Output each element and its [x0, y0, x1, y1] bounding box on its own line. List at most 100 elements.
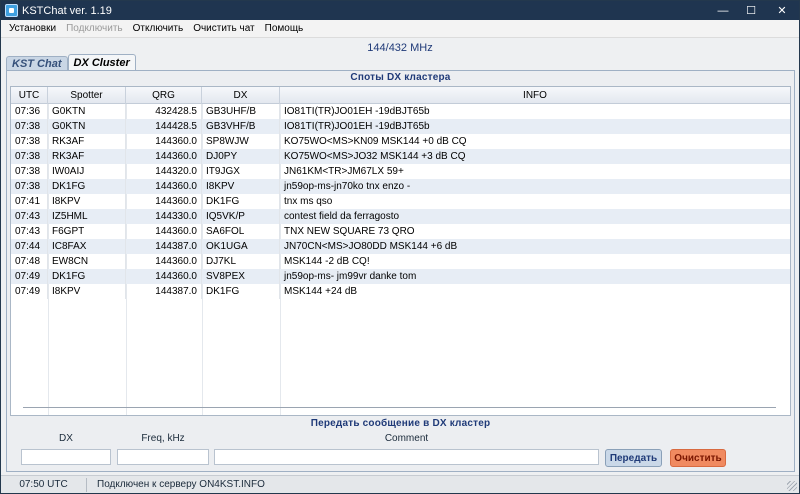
tab-kst-chat[interactable]: KST Chat	[6, 56, 68, 71]
cell-dx: I8KPV	[202, 179, 280, 194]
cell-qrg: 144387.0	[126, 239, 202, 254]
cell-spotter: G0KTN	[48, 119, 126, 134]
table-row[interactable]: 07:44 IC8FAX 144387.0 OK1UGA JN70CN<MS>JO80D…	[11, 239, 790, 254]
cell-qrg: 144360.0	[126, 269, 202, 284]
freq-input[interactable]	[117, 449, 209, 465]
send-button[interactable]: Передать	[605, 449, 662, 467]
table-row[interactable]: 07:49 DK1FG 144360.0 SV8PEX jn59op-ms- jm99v…	[11, 269, 790, 284]
cell-dx: DJ0PY	[202, 149, 280, 164]
cell-utc: 07:38	[11, 179, 48, 194]
app-icon	[5, 4, 18, 17]
cell-utc: 07:44	[11, 239, 48, 254]
table-row[interactable]: 07:38 RK3AF 144360.0 SP8WJW KO75WO<MS>KN09 M…	[11, 134, 790, 149]
window-controls: — ☐ ✕	[709, 1, 799, 20]
cell-utc: 07:48	[11, 254, 48, 269]
connection-status: Подключен к серверу ON4KST.INFO	[97, 479, 265, 490]
spots-table[interactable]: UTC Spotter QRG DX INFO 07:36 G0KTN 432428…	[10, 86, 791, 416]
clear-button[interactable]: Очистить	[670, 449, 726, 467]
menu-connect[interactable]: Подключить	[61, 23, 128, 34]
cell-dx: IQ5VK/P	[202, 209, 280, 224]
band-frequency: 144/432 MHz	[367, 42, 433, 54]
cell-dx: DK1FG	[202, 194, 280, 209]
cell-dx: OK1UGA	[202, 239, 280, 254]
cell-spotter: RK3AF	[48, 134, 126, 149]
resize-grip-icon[interactable]	[787, 481, 797, 491]
dx-input[interactable]	[21, 449, 111, 465]
cell-qrg: 144360.0	[126, 224, 202, 239]
utc-time: 07:50 UTC	[1, 477, 87, 492]
cell-qrg: 144330.0	[126, 209, 202, 224]
tab-bar: KST Chat DX Cluster	[6, 54, 136, 71]
maximize-button[interactable]: ☐	[737, 1, 765, 20]
table-row[interactable]: 07:38 IW0AIJ 144320.0 IT9JGX JN61KM<TR>JM67L…	[11, 164, 790, 179]
cell-dx: IT9JGX	[202, 164, 280, 179]
column-header-dx[interactable]: DX	[202, 87, 280, 104]
table-row[interactable]: 07:41 I8KPV 144360.0 DK1FG tnx ms qso	[11, 194, 790, 209]
dx-cluster-panel: Споты DX кластера UTC Spotter QRG DX INF…	[6, 70, 795, 472]
cell-utc: 07:36	[11, 104, 48, 119]
cell-dx: SV8PEX	[202, 269, 280, 284]
comment-label: Comment	[384, 433, 429, 444]
table-row[interactable]: 07:38 RK3AF 144360.0 DJ0PY KO75WO<MS>JO32 MS…	[11, 149, 790, 164]
cell-utc: 07:38	[11, 119, 48, 134]
menu-settings[interactable]: Установки	[4, 23, 61, 34]
cell-info: IO81TI(TR)JO01EH -19dBJT65b	[284, 106, 430, 117]
spots-rows: 07:36 G0KTN 432428.5 GB3UHF/B IO81TI(TR)JO01…	[11, 104, 790, 299]
cell-info: jn59op-ms-jn70ko tnx enzo -	[284, 181, 411, 192]
freq-label: Freq, kHz	[141, 433, 185, 444]
cell-spotter: RK3AF	[48, 149, 126, 164]
app-window: KSTChat ver. 1.19 — ☐ ✕ Установки Подклю…	[0, 0, 800, 494]
table-row[interactable]: 07:38 G0KTN 144428.5 GB3VHF/B IO81TI(TR)JO01…	[11, 119, 790, 134]
cell-qrg: 144360.0	[126, 254, 202, 269]
cell-qrg: 144360.0	[126, 134, 202, 149]
column-header-spotter[interactable]: Spotter	[48, 87, 126, 104]
cell-utc: 07:41	[11, 194, 48, 209]
send-form: Передать Очистить	[7, 449, 794, 467]
menu-disconnect[interactable]: Отключить	[128, 23, 189, 34]
menu-clear-chat[interactable]: Очистить чат	[188, 23, 259, 34]
cell-dx: GB3VHF/B	[202, 119, 280, 134]
cell-qrg: 144428.5	[126, 119, 202, 134]
table-row[interactable]: 07:43 IZ5HML 144330.0 IQ5VK/P contest field …	[11, 209, 790, 224]
cell-qrg: 144360.0	[126, 194, 202, 209]
cell-info: KO75WO<MS>KN09 MSK144 +0 dB CQ	[284, 136, 467, 147]
cell-info: IO81TI(TR)JO01EH -19dBJT65b	[284, 121, 430, 132]
cell-spotter: IW0AIJ	[48, 164, 126, 179]
cell-dx: SP8WJW	[202, 134, 280, 149]
column-header-qrg[interactable]: QRG	[126, 87, 202, 104]
window-title: KSTChat ver. 1.19	[22, 4, 112, 17]
menu-help[interactable]: Помощь	[260, 23, 309, 34]
table-row[interactable]: 07:36 G0KTN 432428.5 GB3UHF/B IO81TI(TR)JO01…	[11, 104, 790, 119]
close-button[interactable]: ✕	[765, 1, 799, 20]
cell-qrg: 144360.0	[126, 179, 202, 194]
table-row[interactable]: 07:43 F6GPT 144360.0 SA6FOL TNX NEW SQUARE 7…	[11, 224, 790, 239]
cell-spotter: DK1FG	[48, 179, 126, 194]
cell-qrg: 432428.5	[126, 104, 202, 119]
send-title: Передать сообщение в DX кластер	[310, 418, 491, 429]
cell-utc: 07:43	[11, 209, 48, 224]
table-row[interactable]: 07:48 EW8CN 144360.0 DJ7KL MSK144 -2 dB CQ!	[11, 254, 790, 269]
cell-spotter: IZ5HML	[48, 209, 126, 224]
cell-qrg: 144360.0	[126, 149, 202, 164]
cell-info: MSK144 -2 dB CQ!	[284, 256, 370, 267]
cell-utc: 07:43	[11, 224, 48, 239]
status-bar: 07:50 UTC Подключен к серверу ON4KST.INF…	[1, 475, 799, 493]
comment-input[interactable]	[214, 449, 599, 465]
cell-info: jn59op-ms- jm99vr danke tom	[284, 271, 417, 282]
tab-dx-cluster[interactable]: DX Cluster	[67, 54, 136, 71]
cell-utc: 07:49	[11, 284, 48, 299]
cell-info: KO75WO<MS>JO32 MSK144 +3 dB CQ	[284, 151, 466, 162]
table-row[interactable]: 07:49 I8KPV 144387.0 DK1FG MSK144 +24 dB	[11, 284, 790, 299]
cell-spotter: G0KTN	[48, 104, 126, 119]
minimize-button[interactable]: —	[709, 1, 737, 20]
cell-qrg: 144320.0	[126, 164, 202, 179]
cell-info: tnx ms qso	[284, 196, 333, 207]
cell-spotter: F6GPT	[48, 224, 126, 239]
cell-dx: DK1FG	[202, 284, 280, 299]
column-header-info[interactable]: INFO	[280, 87, 790, 104]
table-row[interactable]: 07:38 DK1FG 144360.0 I8KPV jn59op-ms-jn70ko …	[11, 179, 790, 194]
title-bar[interactable]: KSTChat ver. 1.19 — ☐ ✕	[1, 1, 799, 20]
horizontal-scrollbar[interactable]	[23, 407, 776, 408]
column-header-utc[interactable]: UTC	[11, 87, 48, 104]
table-header: UTC Spotter QRG DX INFO	[11, 87, 790, 104]
